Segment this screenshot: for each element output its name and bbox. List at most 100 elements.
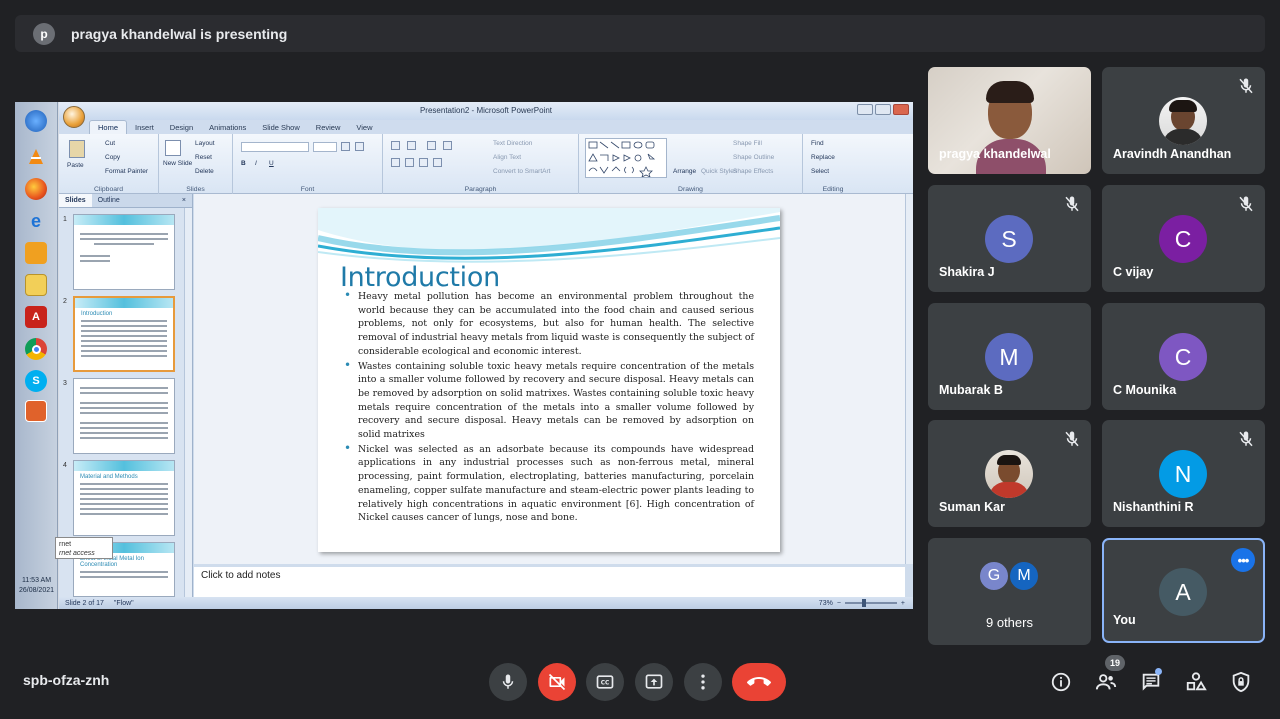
tab-review[interactable]: Review: [308, 121, 349, 134]
more-options-button[interactable]: •••: [1231, 548, 1255, 572]
mic-off-icon: [1239, 431, 1253, 447]
mic-button[interactable]: [489, 663, 527, 701]
participant-tile[interactable]: Aravindh Anandhan: [1102, 67, 1265, 174]
indent-icon[interactable]: [427, 141, 436, 150]
media-player-icon: [25, 242, 47, 264]
close-pane-icon[interactable]: ×: [176, 197, 192, 204]
shape-effects-button[interactable]: Shape Effects: [733, 168, 773, 175]
others-count: 9 others: [986, 615, 1033, 630]
participant-name: pragya khandelwal: [939, 147, 1051, 161]
quick-styles-button[interactable]: Quick Styles: [701, 168, 737, 175]
select-button[interactable]: Select: [811, 168, 829, 175]
cut-button[interactable]: Cut: [105, 140, 115, 147]
shape-fill-button[interactable]: Shape Fill: [733, 140, 762, 147]
slide-thumb-4[interactable]: Material and Methods: [73, 460, 175, 536]
notes-field[interactable]: Click to add notes: [194, 564, 905, 597]
minimize-button[interactable]: [857, 104, 873, 115]
presenter-text: pragya khandelwal is presenting: [71, 25, 288, 42]
people-count-badge: 19: [1105, 655, 1125, 671]
layout-button[interactable]: Layout: [195, 140, 215, 147]
present-button[interactable]: [635, 663, 673, 701]
numbering-icon[interactable]: [407, 141, 416, 150]
restore-button[interactable]: [875, 104, 891, 115]
participant-tile[interactable]: N Nishanthini R: [1102, 420, 1265, 527]
justify-icon[interactable]: [433, 158, 442, 167]
self-tile[interactable]: ••• A You: [1102, 538, 1265, 643]
font-name-box[interactable]: [241, 142, 309, 152]
powerpoint-window: Presentation2 - Microsoft PowerPoint Hom…: [59, 102, 913, 609]
shape-outline-button[interactable]: Shape Outline: [733, 154, 774, 161]
replace-button[interactable]: Replace: [811, 154, 835, 161]
participant-avatar: S: [985, 215, 1033, 263]
activities-button[interactable]: [1183, 669, 1209, 695]
meeting-details-button[interactable]: [1048, 669, 1074, 695]
tooltip-line: rnet: [59, 541, 72, 548]
grow-font-icon[interactable]: [341, 142, 350, 151]
tab-outline[interactable]: Outline: [92, 197, 126, 204]
windows-taskbar: e A S 11:53 AM 26/08/2021: [15, 102, 58, 609]
participant-avatar: M: [985, 333, 1033, 381]
tab-slides[interactable]: Slides: [59, 194, 92, 207]
outdent-icon[interactable]: [443, 141, 452, 150]
underline-button[interactable]: U: [269, 160, 274, 167]
mic-icon: [502, 674, 514, 689]
tab-slide-show[interactable]: Slide Show: [254, 121, 308, 134]
participant-tile[interactable]: M Mubarak B: [928, 303, 1091, 410]
tab-view[interactable]: View: [348, 121, 380, 134]
align-left-icon[interactable]: [391, 158, 400, 167]
slide-thumb-1[interactable]: [73, 214, 175, 290]
paste-button[interactable]: Paste: [67, 162, 84, 169]
participant-tile-presenter[interactable]: pragya khandelwal: [928, 67, 1091, 174]
host-controls-button[interactable]: [1228, 669, 1254, 695]
slide-scrollbar[interactable]: [905, 194, 913, 564]
leave-call-button[interactable]: [732, 663, 786, 701]
copy-button[interactable]: Copy: [105, 154, 120, 161]
camera-button[interactable]: [538, 663, 576, 701]
participant-avatar: C: [1159, 215, 1207, 263]
slide-thumb-2[interactable]: Introduction: [73, 296, 175, 372]
thumbs-scrollbar[interactable]: [184, 208, 192, 597]
tab-home[interactable]: Home: [89, 120, 128, 134]
format-painter-button[interactable]: Format Painter: [105, 168, 148, 175]
zoom-out-icon[interactable]: −: [837, 600, 841, 607]
delete-button[interactable]: Delete: [195, 168, 214, 175]
font-size-box[interactable]: [313, 142, 337, 152]
text-direction-button[interactable]: Text Direction: [493, 140, 532, 147]
acrobat-icon: A: [25, 306, 47, 328]
find-button[interactable]: Find: [811, 140, 824, 147]
more-options-menu-button[interactable]: [684, 663, 722, 701]
shapes-gallery[interactable]: [585, 138, 667, 178]
new-slide-button[interactable]: New Slide: [163, 160, 192, 167]
bold-button[interactable]: B: [241, 160, 246, 167]
tab-insert[interactable]: Insert: [127, 121, 162, 134]
shrink-font-icon[interactable]: [355, 142, 364, 151]
current-slide[interactable]: Introduction Heavy metal pollution has b…: [318, 208, 780, 552]
participant-tile[interactable]: S Shakira J: [928, 185, 1091, 292]
tab-animations[interactable]: Animations: [201, 121, 254, 134]
zoom-knob[interactable]: [862, 599, 867, 607]
zoom-in-icon[interactable]: +: [901, 600, 905, 607]
align-text-button[interactable]: Align Text: [493, 154, 521, 161]
zoom-slider[interactable]: [844, 599, 897, 607]
paragraph-label: Paragraph: [464, 186, 497, 193]
others-tile[interactable]: G M 9 others: [928, 538, 1091, 645]
participant-tile[interactable]: C C vijay: [1102, 185, 1265, 292]
participant-tile[interactable]: Suman Kar: [928, 420, 1091, 527]
participant-tile[interactable]: C C Mounika: [1102, 303, 1265, 410]
font-group: B I U Font: [233, 134, 383, 194]
office-button[interactable]: [63, 106, 85, 128]
arrange-button[interactable]: Arrange: [673, 168, 696, 175]
reset-button[interactable]: Reset: [195, 154, 212, 161]
taskbar-time: 11:53 AM: [21, 577, 52, 584]
tab-design[interactable]: Design: [162, 121, 201, 134]
align-center-icon[interactable]: [405, 158, 414, 167]
close-button[interactable]: [893, 104, 909, 115]
thumb-title: Introduction: [81, 311, 113, 317]
italic-button[interactable]: I: [255, 160, 257, 167]
bullets-icon[interactable]: [391, 141, 400, 150]
convert-smartart-button[interactable]: Convert to SmartArt: [493, 168, 550, 175]
slide-thumb-3[interactable]: [73, 378, 175, 454]
captions-button[interactable]: CC: [586, 663, 624, 701]
align-right-icon[interactable]: [419, 158, 428, 167]
people-button[interactable]: [1093, 669, 1119, 695]
